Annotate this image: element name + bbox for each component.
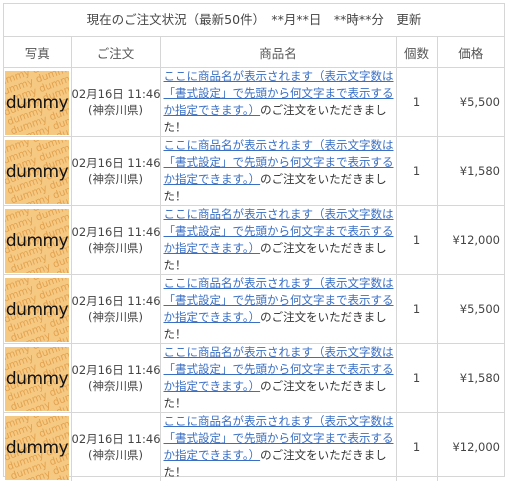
quantity-cell: 1 bbox=[396, 344, 437, 413]
order-info-cell: 02月16日 11:46 (神奈川県) bbox=[71, 413, 160, 481]
photo-cell: dummy dummy dummy dummy dummy dummy dumm… bbox=[4, 275, 71, 344]
order-region: (神奈川県) bbox=[72, 378, 160, 394]
column-header-price: 価格 bbox=[437, 37, 504, 68]
product-name-cell: ここに商品名が表示されます（表示文字数は「書式設定」で先頭から何文字まで表示する… bbox=[160, 206, 396, 275]
order-date: 02月16日 11:46 bbox=[72, 293, 160, 309]
quantity-cell: 1 bbox=[396, 206, 437, 275]
order-row: dummy dummy dummy dummy dummy dummy dumm… bbox=[4, 137, 504, 206]
thumbnail-label: dummy bbox=[5, 231, 69, 251]
photo-cell: dummy dummy dummy dummy dummy dummy dumm… bbox=[4, 413, 71, 481]
thumbnail-label: dummy bbox=[5, 438, 69, 458]
order-date: 02月16日 11:46 bbox=[72, 86, 160, 102]
quantity-cell: 1 bbox=[396, 137, 437, 206]
price-cell: ¥1,580 bbox=[437, 344, 504, 413]
order-date: 02月16日 11:46 bbox=[72, 431, 160, 447]
thumbnail-label: dummy bbox=[5, 162, 69, 182]
order-row: dummy dummy dummy dummy dummy dummy dumm… bbox=[4, 68, 504, 137]
photo-cell: dummy dummy dummy dummy dummy dummy dumm… bbox=[4, 137, 71, 206]
product-name-cell: ここに商品名が表示されます（表示文字数は「書式設定」で先頭から何文字まで表示する… bbox=[160, 275, 396, 344]
product-thumbnail[interactable]: dummy dummy dummy dummy dummy dummy dumm… bbox=[5, 71, 69, 135]
product-name-cell: ここに商品名が表示されます（表示文字数は「書式設定」で先頭から何文字まで表示する… bbox=[160, 137, 396, 206]
order-date: 02月16日 11:46 bbox=[72, 224, 160, 240]
price-cell: ¥1,580 bbox=[437, 137, 504, 206]
product-thumbnail[interactable]: dummy dummy dummy dummy dummy dummy dumm… bbox=[5, 278, 69, 342]
photo-cell: dummy dummy dummy dummy dummy dummy dumm… bbox=[4, 206, 71, 275]
order-info-cell: 02月16日 11:46 (神奈川県) bbox=[71, 137, 160, 206]
column-header-product-name: 商品名 bbox=[160, 37, 396, 68]
order-row: dummy dummy dummy dummy dummy dummy dumm… bbox=[4, 344, 504, 413]
thumbnail-label: dummy bbox=[5, 300, 69, 320]
order-region: (神奈川県) bbox=[72, 240, 160, 256]
photo-cell: dummy dummy dummy dummy dummy dummy dumm… bbox=[4, 68, 71, 137]
order-row: dummy dummy dummy dummy dummy dummy dumm… bbox=[4, 275, 504, 344]
order-info-cell: 02月16日 11:46 (神奈川県) bbox=[71, 206, 160, 275]
column-header-photo: 写真 bbox=[4, 37, 71, 68]
order-date: 02月16日 11:46 bbox=[72, 155, 160, 171]
product-name-cell: ここに商品名が表示されます（表示文字数は「書式設定」で先頭から何文字まで表示する… bbox=[160, 68, 396, 137]
column-header-quantity: 個数 bbox=[396, 37, 437, 68]
order-info-cell: 02月16日 11:46 (神奈川県) bbox=[71, 275, 160, 344]
product-name-cell: ここに商品名が表示されます（表示文字数は「書式設定」で先頭から何文字まで表示する… bbox=[160, 413, 396, 481]
product-thumbnail[interactable]: dummy dummy dummy dummy dummy dummy dumm… bbox=[5, 347, 69, 411]
order-info-cell: 02月16日 11:46 (神奈川県) bbox=[71, 68, 160, 137]
order-region: (神奈川県) bbox=[72, 102, 160, 118]
column-header-order: ご注文 bbox=[71, 37, 160, 68]
order-region: (神奈川県) bbox=[72, 447, 160, 463]
price-cell: ¥5,500 bbox=[437, 68, 504, 137]
orders-table: 写真 ご注文 商品名 個数 価格 dummy dummy dummy dummy… bbox=[4, 37, 504, 481]
order-region: (神奈川県) bbox=[72, 309, 160, 325]
price-cell: ¥12,000 bbox=[437, 206, 504, 275]
photo-cell: dummy dummy dummy dummy dummy dummy dumm… bbox=[4, 344, 71, 413]
table-header-row: 写真 ご注文 商品名 個数 価格 bbox=[4, 37, 504, 68]
product-thumbnail[interactable]: dummy dummy dummy dummy dummy dummy dumm… bbox=[5, 209, 69, 273]
thumbnail-label: dummy bbox=[5, 369, 69, 389]
order-date: 02月16日 11:46 bbox=[72, 362, 160, 378]
product-thumbnail[interactable]: dummy dummy dummy dummy dummy dummy dumm… bbox=[5, 140, 69, 204]
thumbnail-label: dummy bbox=[5, 93, 69, 113]
quantity-cell: 1 bbox=[396, 413, 437, 481]
product-name-cell: ここに商品名が表示されます（表示文字数は「書式設定」で先頭から何文字まで表示する… bbox=[160, 344, 396, 413]
quantity-cell: 1 bbox=[396, 68, 437, 137]
order-info-cell: 02月16日 11:46 (神奈川県) bbox=[71, 344, 160, 413]
order-row: dummy dummy dummy dummy dummy dummy dumm… bbox=[4, 206, 504, 275]
order-region: (神奈川県) bbox=[72, 171, 160, 187]
order-row: dummy dummy dummy dummy dummy dummy dumm… bbox=[4, 413, 504, 481]
product-thumbnail[interactable]: dummy dummy dummy dummy dummy dummy dumm… bbox=[5, 416, 69, 480]
quantity-cell: 1 bbox=[396, 275, 437, 344]
price-cell: ¥5,500 bbox=[437, 275, 504, 344]
order-status-widget: 現在のご注文状況（最新50件） **月**日 **時**分 更新 写真 ご注文 … bbox=[3, 3, 505, 477]
widget-title: 現在のご注文状況（最新50件） **月**日 **時**分 更新 bbox=[4, 4, 504, 37]
price-cell: ¥12,000 bbox=[437, 413, 504, 481]
